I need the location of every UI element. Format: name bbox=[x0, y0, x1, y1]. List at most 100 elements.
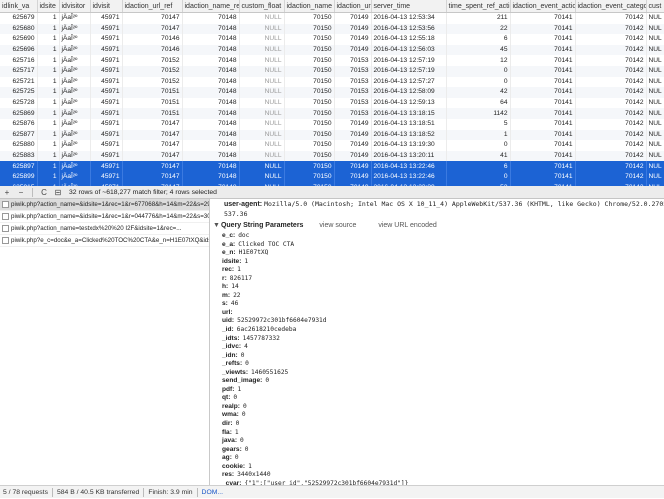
table-cell[interactable]: 0 bbox=[446, 65, 511, 77]
table-cell[interactable]: 70149 bbox=[334, 118, 372, 130]
table-cell[interactable]: 70150 bbox=[284, 171, 335, 183]
table-cell[interactable]: 70141 bbox=[510, 76, 576, 88]
table-cell[interactable]: 70153 bbox=[334, 97, 372, 109]
table-cell[interactable]: NULL bbox=[239, 171, 285, 183]
table-row[interactable]: 625690 1 jÄaÎ²º 45971 70146 70148 NULL 70150 701… bbox=[0, 34, 664, 45]
request-list[interactable]: piwik.php?action_name=&idsite=1&rec=1&r=… bbox=[0, 199, 210, 485]
table-cell[interactable]: NUL bbox=[646, 23, 664, 35]
column-header[interactable]: idsite bbox=[37, 0, 60, 13]
table-cell[interactable]: 70142 bbox=[575, 87, 647, 98]
table-cell[interactable]: 70142 bbox=[575, 129, 647, 141]
table-cell[interactable]: 2016-04-13 12:55:18 bbox=[371, 34, 447, 45]
table-cell[interactable]: 45971 bbox=[90, 118, 123, 130]
table-cell[interactable]: jÄaÎ²º bbox=[59, 118, 91, 130]
table-cell[interactable]: 70150 bbox=[284, 129, 335, 141]
table-cell[interactable]: 625883 bbox=[0, 150, 38, 162]
table-cell[interactable]: 70153 bbox=[334, 76, 372, 88]
table-cell[interactable]: NUL bbox=[646, 65, 664, 77]
table-cell[interactable]: 1 bbox=[37, 129, 60, 141]
table-cell[interactable]: 70152 bbox=[122, 55, 183, 66]
table-cell[interactable]: 70148 bbox=[182, 129, 240, 141]
table-cell[interactable]: 70142 bbox=[575, 140, 647, 151]
table-cell[interactable]: 70142 bbox=[575, 65, 647, 77]
table-cell[interactable]: 1 bbox=[37, 118, 60, 130]
table-cell[interactable]: 625880 bbox=[0, 140, 38, 151]
table-cell[interactable]: NUL bbox=[646, 171, 664, 183]
table-cell[interactable]: NULL bbox=[239, 118, 285, 130]
table-cell[interactable]: 1 bbox=[37, 140, 60, 151]
table-cell[interactable]: 625869 bbox=[0, 108, 38, 119]
table-cell[interactable]: 625876 bbox=[0, 118, 38, 130]
table-cell[interactable]: 70147 bbox=[122, 161, 183, 172]
table-cell[interactable]: 625696 bbox=[0, 44, 38, 56]
table-cell[interactable]: 70148 bbox=[182, 140, 240, 151]
table-row[interactable]: 625883 1 jÄaÎ²º 45971 70147 70148 NULL 70150 701… bbox=[0, 150, 664, 162]
table-cell[interactable]: 70150 bbox=[284, 34, 335, 45]
table-cell[interactable]: NUL bbox=[646, 76, 664, 88]
table-cell[interactable]: 70142 bbox=[575, 150, 647, 162]
table-cell[interactable]: jÄaÎ²º bbox=[59, 55, 91, 66]
table-cell[interactable]: 70149 bbox=[334, 129, 372, 141]
table-cell[interactable]: 1 bbox=[37, 150, 60, 162]
column-header[interactable]: idaction_name bbox=[284, 0, 335, 13]
table-row[interactable]: 625876 1 jÄaÎ²º 45971 70147 70148 NULL 70150 701… bbox=[0, 118, 664, 130]
table-row[interactable]: 625680 1 jÄaÎ²º 45971 70147 70148 NULL 70150 701… bbox=[0, 23, 664, 35]
request-item[interactable]: piwik.php?action_name=&idsite=1&rec=1&r=… bbox=[0, 211, 209, 223]
table-row[interactable]: 625899 1 jÄaÎ²º 45971 70147 70148 NULL 70150 701… bbox=[0, 171, 664, 183]
table-cell[interactable]: NULL bbox=[239, 44, 285, 56]
table-cell[interactable]: NUL bbox=[646, 44, 664, 56]
table-cell[interactable]: 211 bbox=[446, 12, 511, 24]
request-item[interactable]: piwik.php?action_name=testxdx%20%20 I2F&… bbox=[0, 223, 209, 235]
table-cell[interactable]: jÄaÎ²º bbox=[59, 108, 91, 119]
table-cell[interactable]: 70147 bbox=[122, 23, 183, 35]
table-row[interactable]: 625717 1 jÄaÎ²º 45971 70152 70148 NULL 70150 701… bbox=[0, 65, 664, 77]
table-cell[interactable]: 70149 bbox=[334, 161, 372, 172]
table-cell[interactable]: jÄaÎ²º bbox=[59, 161, 91, 172]
table-cell[interactable]: NUL bbox=[646, 97, 664, 109]
table-cell[interactable]: 2016-04-13 12:53:56 bbox=[371, 23, 447, 35]
table-cell[interactable]: 22 bbox=[446, 23, 511, 35]
table-cell[interactable]: 70148 bbox=[182, 34, 240, 45]
table-cell[interactable]: 1 bbox=[37, 171, 60, 183]
table-cell[interactable]: 45971 bbox=[90, 171, 123, 183]
table-cell[interactable]: 70141 bbox=[510, 97, 576, 109]
table-cell[interactable]: 70142 bbox=[575, 118, 647, 130]
table-cell[interactable]: 70149 bbox=[334, 171, 372, 183]
table-cell[interactable]: 70150 bbox=[284, 55, 335, 66]
table-cell[interactable]: 0 bbox=[446, 76, 511, 88]
table-cell[interactable]: 70148 bbox=[182, 150, 240, 162]
table-cell[interactable]: NULL bbox=[239, 23, 285, 35]
pin-icon[interactable]: ⊟ bbox=[51, 188, 65, 197]
table-cell[interactable]: 70142 bbox=[575, 23, 647, 35]
table-cell[interactable]: NULL bbox=[239, 76, 285, 88]
table-cell[interactable]: jÄaÎ²º bbox=[59, 65, 91, 77]
table-cell[interactable]: 625725 bbox=[0, 87, 38, 98]
table-cell[interactable]: jÄaÎ²º bbox=[59, 150, 91, 162]
table-cell[interactable]: 70147 bbox=[122, 150, 183, 162]
table-cell[interactable]: jÄaÎ²º bbox=[59, 97, 91, 109]
table-cell[interactable]: 70142 bbox=[575, 171, 647, 183]
table-cell[interactable]: 45971 bbox=[90, 23, 123, 35]
add-row-button[interactable]: + bbox=[0, 188, 14, 197]
table-cell[interactable]: NULL bbox=[239, 140, 285, 151]
table-cell[interactable]: 45971 bbox=[90, 65, 123, 77]
results-grid[interactable]: idlink_va idsite idvisitor idvisit idaction_… bbox=[0, 0, 664, 187]
table-cell[interactable]: 70148 bbox=[182, 108, 240, 119]
table-cell[interactable]: 70147 bbox=[122, 171, 183, 183]
table-cell[interactable]: 70142 bbox=[575, 97, 647, 109]
table-cell[interactable]: NULL bbox=[239, 129, 285, 141]
table-cell[interactable]: 0 bbox=[446, 171, 511, 183]
table-cell[interactable]: 625721 bbox=[0, 76, 38, 88]
table-cell[interactable]: 45971 bbox=[90, 140, 123, 151]
table-cell[interactable]: 70150 bbox=[284, 161, 335, 172]
table-cell[interactable]: 1 bbox=[37, 12, 60, 24]
table-cell[interactable]: 1 bbox=[37, 34, 60, 45]
column-header[interactable]: idaction_name_ref bbox=[182, 0, 240, 13]
table-cell[interactable]: 70141 bbox=[510, 23, 576, 35]
table-cell[interactable]: NULL bbox=[239, 55, 285, 66]
table-cell[interactable]: 45971 bbox=[90, 87, 123, 98]
table-cell[interactable]: 42 bbox=[446, 87, 511, 98]
table-cell[interactable]: 70151 bbox=[122, 87, 183, 98]
refresh-icon[interactable]: C bbox=[37, 188, 51, 197]
table-cell[interactable]: 625897 bbox=[0, 161, 38, 172]
